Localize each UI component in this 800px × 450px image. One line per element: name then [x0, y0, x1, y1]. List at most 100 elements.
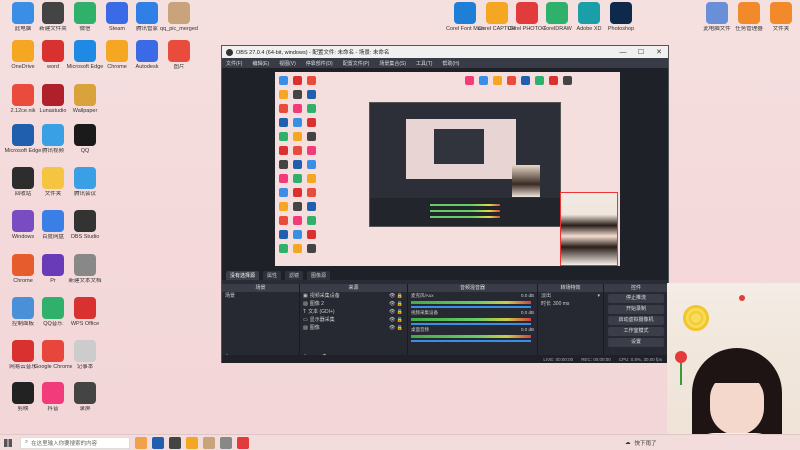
app-icon	[42, 2, 64, 24]
desktop-icon[interactable]: Photoshop	[602, 2, 640, 42]
desktop-icon[interactable]: QQ	[66, 124, 104, 164]
menu-edit[interactable]: 编辑(E)	[252, 60, 269, 67]
app-icon	[12, 340, 34, 362]
preview-nested-panel	[370, 198, 560, 226]
menu-docks[interactable]: 停靠部件(D)	[306, 60, 333, 67]
studio-mode-button[interactable]: 工作室模式	[608, 327, 664, 336]
search-placeholder: 在这里输入你要搜索的内容	[31, 440, 98, 447]
desktop-icon[interactable]: OBS Studio	[66, 210, 104, 250]
preview-mini-icon	[507, 76, 516, 85]
preview-mini-icon	[307, 202, 316, 211]
eye-lock-icon[interactable]: 👁 🔒	[389, 292, 403, 300]
app-icon	[42, 124, 64, 146]
start-recording-button[interactable]: 开始录制	[608, 305, 664, 314]
app-icon	[12, 210, 34, 232]
source-label: 图像 2	[309, 301, 324, 307]
eye-lock-icon[interactable]: 👁 🔒	[389, 324, 403, 332]
desktop-icon[interactable]: 新建文本文档	[66, 254, 104, 294]
taskbar-app-icon[interactable]	[186, 436, 198, 449]
camera-icon: ▣	[303, 293, 308, 299]
app-icon	[74, 84, 96, 106]
eye-lock-icon[interactable]: 👁 🔒	[389, 308, 403, 316]
source-item[interactable]: T 文本 (GDI+) 👁 🔒	[300, 308, 407, 316]
taskbar-app-icon[interactable]	[237, 436, 249, 449]
preview-mini-icon	[293, 202, 302, 211]
app-icon	[12, 167, 34, 189]
channel-level: 0.0 dB	[520, 293, 534, 298]
preview-mini-icon	[279, 90, 288, 99]
desktop-icon[interactable]: 腾讯会议	[66, 167, 104, 207]
preview-webcam-source[interactable]	[560, 192, 618, 266]
desktop-icon[interactable]: 记事本	[66, 340, 104, 380]
preview-webcam-small	[512, 165, 540, 197]
app-icon	[770, 2, 792, 24]
menu-tools[interactable]: 工具(T)	[416, 60, 432, 67]
preview-mini-icon	[279, 216, 288, 225]
menu-help[interactable]: 帮助(H)	[442, 60, 459, 67]
taskbar-app-icon[interactable]	[135, 436, 147, 449]
source-item[interactable]: ▨ 图像 👁 🔒	[300, 324, 407, 332]
system-tray: ☁ 快下雨了	[625, 439, 657, 447]
menu-scene-collection[interactable]: 场景集合(S)	[379, 60, 406, 67]
eye-lock-icon[interactable]: 👁 🔒	[389, 316, 403, 324]
obs-titlebar[interactable]: OBS 27.0.4 (64-bit, windows) - 配置文件: 未命名…	[222, 46, 668, 58]
menu-file[interactable]: 文件(F)	[226, 60, 242, 67]
preview-canvas[interactable]	[275, 72, 620, 266]
desktop-icon[interactable]: 文件夹	[762, 2, 800, 42]
weather-icon[interactable]: ☁	[625, 440, 631, 446]
taskbar-app-icon[interactable]	[220, 436, 232, 449]
taskbar-app-icon[interactable]	[152, 436, 164, 449]
menu-view[interactable]: 视图(V)	[279, 60, 296, 67]
settings-button[interactable]: 设置	[608, 338, 664, 347]
controls-header: 控件	[604, 284, 668, 292]
virtual-camera-button[interactable]: 启动虚拟摄像机	[608, 316, 664, 325]
cpu-status: CPU: 0.8%, 30.00 fps	[618, 356, 662, 362]
mixer-dock: 音频混音器 麦克风/Aux 0.0 dB 视频采集设备 0.0 dB 桌面音频 …	[408, 284, 538, 363]
source-item[interactable]: ▭ 显示器采集 👁 🔒	[300, 316, 407, 324]
tab-filters[interactable]: 滤镜	[285, 270, 304, 280]
preview-mini-icon	[307, 146, 316, 155]
desktop-icon[interactable]: qq_pic_merged	[160, 2, 198, 42]
menu-profile[interactable]: 配置文件(P)	[343, 60, 370, 67]
desktop-icon[interactable]: WPS Office	[66, 297, 104, 337]
source-item[interactable]: ▨ 图像 2 👁 🔒	[300, 300, 407, 308]
preview-mini-icon	[293, 132, 302, 141]
volume-slider[interactable]	[411, 306, 531, 308]
start-button[interactable]	[0, 435, 16, 450]
scenes-dock: 场景 场景 + − ∧ ∨	[222, 284, 300, 363]
app-icon	[706, 2, 728, 24]
close-icon[interactable]: ✕	[650, 48, 668, 56]
tab-no-source[interactable]: 没有选择源	[226, 270, 260, 280]
app-icon	[136, 2, 158, 24]
taskbar-app-icon[interactable]	[203, 436, 215, 449]
stop-streaming-button[interactable]: 停止推流	[608, 294, 664, 303]
app-icon	[12, 382, 34, 404]
tab-image-source[interactable]: 图像源	[307, 270, 331, 280]
preview-mini-icon	[307, 90, 316, 99]
preview-mini-icon	[549, 76, 558, 85]
transition-duration[interactable]: 时长 300 ms	[538, 300, 603, 308]
obs-statusbar: LIVE: 00:00:00 REC: 00:00:00 CPU: 0.8%, …	[222, 355, 668, 363]
source-item[interactable]: ▣ 视频采集设备 👁 🔒	[300, 292, 407, 300]
tab-properties[interactable]: 属性	[263, 270, 282, 280]
desktop-icon-label: WPS Office	[70, 321, 100, 327]
transition-type-select[interactable]: 淡出 ▾	[538, 292, 603, 300]
taskbar-search[interactable]: ⌕ 在这里输入你要搜索的内容	[20, 436, 130, 449]
desktop-icon[interactable]: 图片	[160, 40, 198, 80]
app-icon	[74, 382, 96, 404]
eye-lock-icon[interactable]: 👁 🔒	[389, 300, 403, 308]
app-icon	[106, 2, 128, 24]
preview-mini-icon	[279, 132, 288, 141]
preview-mini-icon	[479, 76, 488, 85]
minimize-icon[interactable]: —	[614, 49, 632, 56]
volume-slider[interactable]	[411, 340, 531, 342]
obs-window[interactable]: OBS 27.0.4 (64-bit, windows) - 配置文件: 未命名…	[221, 45, 669, 363]
scene-item[interactable]: 场景	[222, 292, 299, 300]
volume-slider[interactable]	[411, 323, 531, 325]
duration-label: 时长	[541, 301, 552, 307]
desktop-icon[interactable]: Wallpaper	[66, 84, 104, 124]
desktop-icon[interactable]: 录屏	[66, 382, 104, 422]
taskbar-app-icon[interactable]	[169, 436, 181, 449]
app-icon	[12, 124, 34, 146]
maximize-icon[interactable]: ☐	[632, 48, 650, 56]
